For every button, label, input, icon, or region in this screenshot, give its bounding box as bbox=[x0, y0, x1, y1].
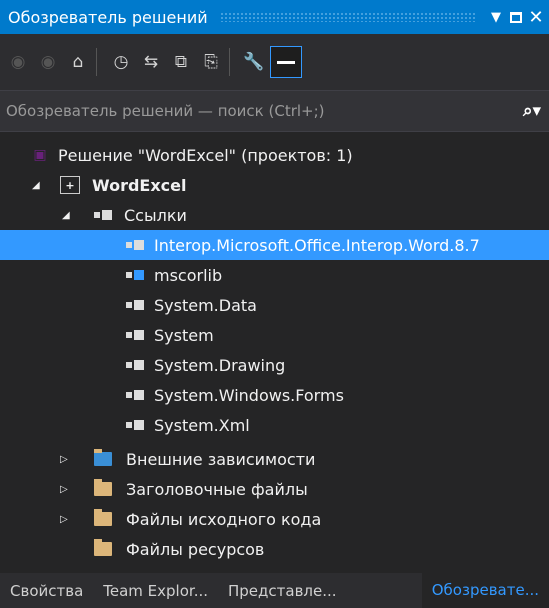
title-bar: Обозреватель решений ▼ ✕ bbox=[0, 0, 549, 34]
tree-item-reference[interactable]: mscorlib bbox=[0, 260, 549, 290]
window-title: Обозреватель решений bbox=[8, 7, 208, 27]
reference-icon bbox=[124, 239, 146, 251]
solution-tree: ▣ Решение "WordExcel" (проектов: 1) ◢ + … bbox=[0, 132, 549, 573]
tree-item-solution[interactable]: ▣ Решение "WordExcel" (проектов: 1) bbox=[0, 140, 549, 170]
title-drag-grip[interactable] bbox=[219, 12, 475, 22]
collapsed-arrow-icon[interactable]: ▷ bbox=[60, 484, 68, 495]
tree-item-references[interactable]: ◢ Ссылки bbox=[0, 200, 549, 230]
reference-icon bbox=[124, 359, 146, 371]
tree-item-label: Interop.Microsoft.Office.Interop.Word.8.… bbox=[154, 235, 480, 255]
reference-icon bbox=[124, 419, 146, 431]
solution-icon: ▣ bbox=[33, 147, 47, 163]
tree-item-label: System.Xml bbox=[154, 415, 250, 435]
pending-changes-filter-icon[interactable]: ◷ bbox=[109, 48, 133, 76]
search-input[interactable]: Обозреватель решений — поиск (Ctrl+;) bbox=[0, 102, 523, 120]
close-icon[interactable]: ✕ bbox=[527, 7, 545, 28]
bottom-tab-bar: Свойства Team Explor... Представле... Об… bbox=[0, 573, 549, 608]
tab-class-view[interactable]: Представле... bbox=[218, 582, 347, 600]
cpp-project-icon: + bbox=[60, 176, 80, 194]
collapsed-arrow-icon[interactable]: ▷ bbox=[60, 514, 68, 525]
maximize-icon[interactable] bbox=[510, 11, 522, 23]
tab-team-explorer[interactable]: Team Explor... bbox=[93, 582, 218, 600]
pin-icon bbox=[277, 60, 295, 64]
reference-icon bbox=[124, 329, 146, 341]
tree-item-resource-files[interactable]: Файлы ресурсов bbox=[0, 534, 549, 564]
tree-item-external-dependencies[interactable]: ▷ Внешние зависимости bbox=[0, 444, 549, 474]
toolbar-separator bbox=[96, 48, 97, 76]
search-box[interactable]: Обозреватель решений — поиск (Ctrl+;) ⌕▾ bbox=[0, 90, 549, 132]
tree-item-label: System.Windows.Forms bbox=[154, 385, 344, 405]
dropdown-arrow-icon[interactable]: ▼ bbox=[487, 10, 505, 25]
collapse-all-icon[interactable]: ⧉ bbox=[169, 48, 193, 76]
tree-item-label: Файлы исходного кода bbox=[126, 509, 322, 529]
reference-icon bbox=[124, 389, 146, 401]
folder-icon bbox=[94, 479, 112, 496]
tree-item-label: Внешние зависимости bbox=[126, 449, 316, 469]
sync-with-active-document-icon[interactable]: ⇆ bbox=[139, 48, 163, 76]
external-dependencies-icon bbox=[94, 449, 112, 466]
tree-item-label: Файлы ресурсов bbox=[126, 539, 265, 559]
home-icon[interactable]: ⌂ bbox=[66, 48, 90, 76]
toolbar-separator bbox=[229, 48, 230, 76]
back-icon[interactable]: ◉ bbox=[6, 48, 30, 76]
tree-item-reference[interactable]: System.Windows.Forms bbox=[0, 380, 549, 410]
toolbar: ◉ ◉ ⌂ ◷ ⇆ ⧉ ⎘ 🔧 bbox=[0, 34, 549, 90]
reference-icon bbox=[124, 299, 146, 311]
tree-item-label: mscorlib bbox=[154, 265, 223, 285]
tree-item-reference[interactable]: Interop.Microsoft.Office.Interop.Word.8.… bbox=[0, 230, 549, 260]
tree-item-label: Заголовочные файлы bbox=[126, 479, 308, 499]
tree-item-label: System.Data bbox=[154, 295, 257, 315]
preview-pin-button[interactable] bbox=[270, 46, 302, 78]
tree-item-project[interactable]: ◢ + WordExcel bbox=[0, 170, 549, 200]
search-icon[interactable]: ⌕▾ bbox=[523, 101, 541, 121]
expanded-arrow-icon[interactable]: ◢ bbox=[62, 210, 70, 221]
tree-item-label: System.Drawing bbox=[154, 355, 286, 375]
tree-item-reference[interactable]: System.Drawing bbox=[0, 350, 549, 380]
references-icon bbox=[92, 209, 114, 221]
tree-item-reference[interactable]: System bbox=[0, 320, 549, 350]
forward-icon[interactable]: ◉ bbox=[36, 48, 60, 76]
tab-properties[interactable]: Свойства bbox=[0, 582, 93, 600]
tree-item-label: WordExcel bbox=[92, 175, 187, 195]
tab-solution-explorer[interactable]: Обозревате... bbox=[421, 573, 549, 608]
tree-item-source-files[interactable]: ▷ Файлы исходного кода bbox=[0, 504, 549, 534]
properties-wrench-icon[interactable]: 🔧 bbox=[242, 48, 266, 76]
collapsed-arrow-icon[interactable]: ▷ bbox=[60, 454, 68, 465]
folder-icon bbox=[94, 509, 112, 526]
tree-item-label: Ссылки bbox=[124, 205, 187, 225]
tree-item-reference[interactable]: System.Xml bbox=[0, 410, 549, 440]
tree-item-label: System bbox=[154, 325, 214, 345]
tree-item-label: Решение "WordExcel" (проектов: 1) bbox=[58, 145, 353, 165]
show-all-files-icon[interactable]: ⎘ bbox=[199, 48, 223, 76]
folder-icon bbox=[94, 539, 112, 556]
tree-item-reference[interactable]: System.Data bbox=[0, 290, 549, 320]
tree-item-header-files[interactable]: ▷ Заголовочные файлы bbox=[0, 474, 549, 504]
reference-icon bbox=[124, 269, 146, 281]
expanded-arrow-icon[interactable]: ◢ bbox=[32, 180, 40, 191]
